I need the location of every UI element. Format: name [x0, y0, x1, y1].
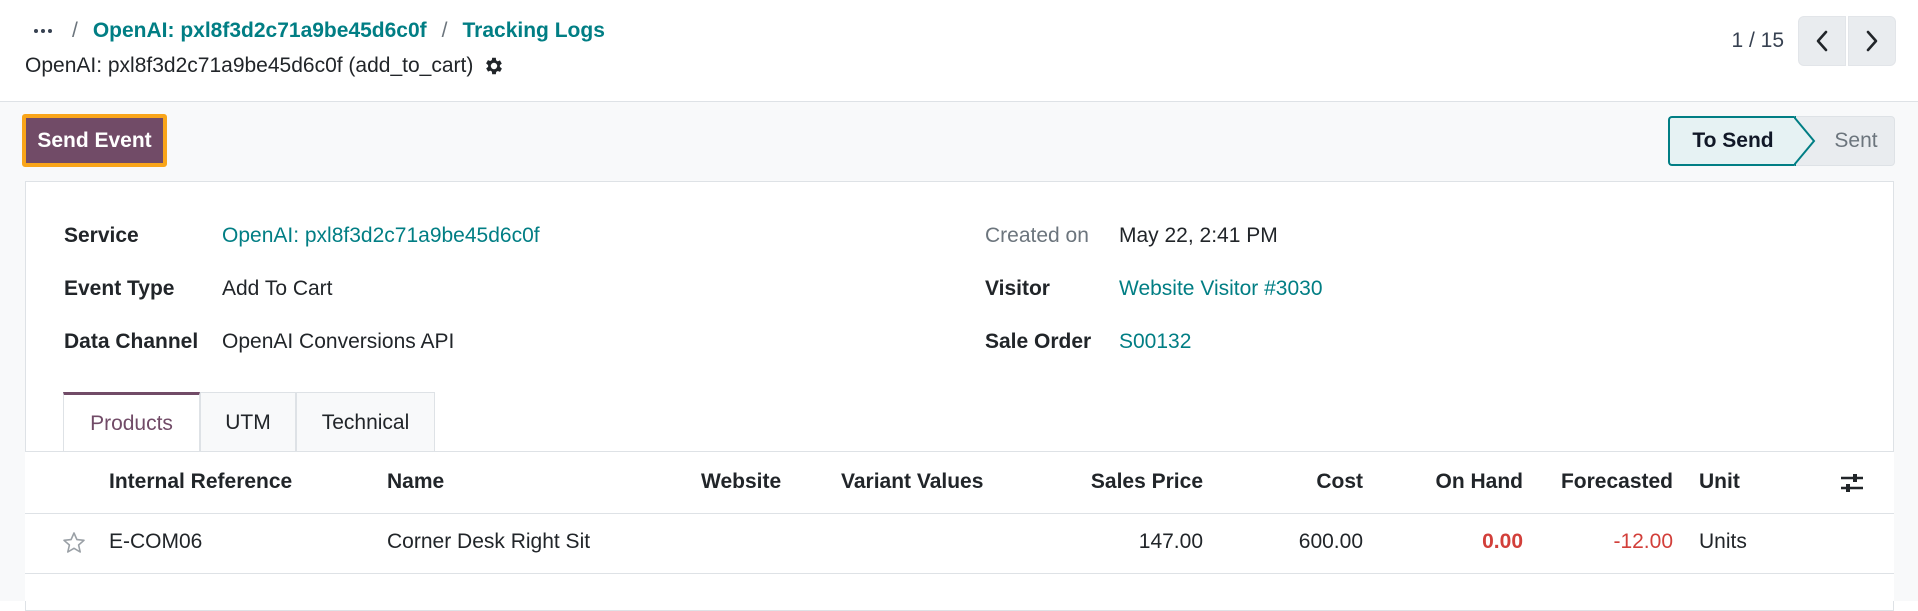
table-row[interactable]: E-COM06 Corner Desk Right Sit 147.00 600…: [25, 514, 1894, 574]
cell-on-hand: 0.00: [1482, 530, 1523, 553]
visitor-field[interactable]: Website Visitor #3030: [1119, 277, 1323, 301]
column-header-forecasted[interactable]: Forecasted: [1535, 470, 1673, 494]
breadcrumb: / OpenAI: pxl8f3d2c71a9be45d6c0f / Track…: [72, 18, 620, 44]
pager-previous-button[interactable]: [1798, 16, 1846, 66]
sale-order-label: Sale Order: [985, 330, 1092, 353]
status-arrow-icon: [1794, 116, 1816, 166]
event-type-label: Event Type: [64, 277, 175, 300]
breadcrumb-separator: /: [441, 19, 448, 42]
pager: 1 / 15: [1731, 16, 1896, 66]
breadcrumb-item-tracking-logs[interactable]: Tracking Logs: [463, 19, 605, 43]
record-title-row: OpenAI: pxl8f3d2c71a9be45d6c0f (add_to_c…: [25, 52, 505, 80]
optional-columns-icon[interactable]: [1839, 471, 1865, 495]
event-type-field[interactable]: Add To Cart: [222, 277, 333, 301]
chevron-left-icon: [1816, 30, 1828, 52]
column-header-sales-price[interactable]: Sales Price: [1025, 470, 1203, 494]
column-header-name[interactable]: Name: [387, 470, 444, 494]
pager-value[interactable]: 1 / 15: [1731, 29, 1784, 53]
cell-unit: Units: [1699, 530, 1747, 553]
status-step-to-send[interactable]: To Send: [1668, 116, 1796, 166]
created-on-label: Created on: [985, 224, 1089, 247]
page-title: OpenAI: pxl8f3d2c71a9be45d6c0f (add_to_c…: [25, 54, 474, 77]
status-bar: To Send Sent: [1668, 116, 1895, 166]
column-header-internal-reference[interactable]: Internal Reference: [109, 470, 292, 494]
breadcrumb-separator: /: [72, 19, 78, 42]
chevron-right-icon: [1866, 30, 1878, 52]
service-label: Service: [64, 224, 139, 247]
tab-technical[interactable]: Technical: [296, 392, 435, 452]
breadcrumb-ellipsis-icon[interactable]: [26, 18, 60, 44]
star-icon[interactable]: [62, 531, 86, 555]
data-channel-label: Data Channel: [64, 330, 199, 353]
notebook-tabs: Products UTM Technical: [63, 392, 435, 452]
created-on-field: May 22, 2:41 PM: [1119, 224, 1278, 247]
pager-next-button[interactable]: [1848, 16, 1896, 66]
table-header: Internal Reference Name Website Variant …: [25, 452, 1894, 514]
tab-products[interactable]: Products: [63, 392, 200, 452]
service-field[interactable]: OpenAI: pxl8f3d2c71a9be45d6c0f: [222, 224, 540, 248]
gear-icon[interactable]: [483, 55, 505, 77]
control-panel: / OpenAI: pxl8f3d2c71a9be45d6c0f / Track…: [0, 0, 1918, 102]
column-header-cost[interactable]: Cost: [1225, 470, 1363, 494]
column-header-variant-values[interactable]: Variant Values: [841, 470, 983, 494]
data-channel-field[interactable]: OpenAI Conversions API: [222, 330, 454, 354]
cell-forecasted: -12.00: [1613, 530, 1673, 553]
cell-internal-reference: E-COM06: [109, 530, 203, 553]
cell-sales-price: 147.00: [1138, 530, 1203, 553]
send-event-button[interactable]: Send Event: [22, 114, 167, 167]
visitor-label: Visitor: [985, 277, 1050, 300]
cell-cost: 600.00: [1298, 530, 1363, 553]
column-header-website[interactable]: Website: [701, 470, 781, 494]
breadcrumb-item-service[interactable]: OpenAI: pxl8f3d2c71a9be45d6c0f: [93, 19, 427, 43]
products-table: Internal Reference Name Website Variant …: [25, 451, 1894, 601]
column-header-on-hand[interactable]: On Hand: [1385, 470, 1524, 494]
tab-utm[interactable]: UTM: [200, 392, 296, 452]
cell-name: Corner Desk Right Sit: [387, 530, 591, 553]
sale-order-field[interactable]: S00132: [1119, 330, 1191, 354]
column-header-unit[interactable]: Unit: [1699, 470, 1740, 494]
